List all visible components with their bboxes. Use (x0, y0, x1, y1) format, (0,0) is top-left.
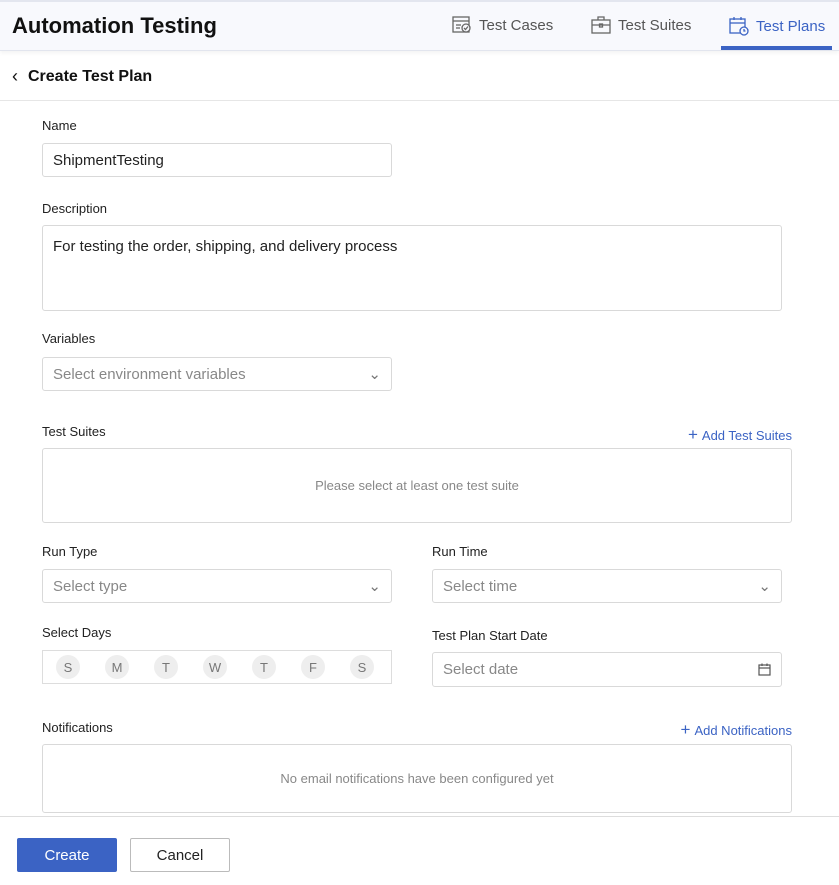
back-chevron-icon[interactable]: ‹ (12, 66, 18, 87)
start-date-label: Test Plan Start Date (432, 628, 548, 643)
day-wednesday[interactable]: W (203, 655, 227, 679)
name-input[interactable]: ShipmentTesting (42, 143, 392, 177)
page-header: ‹ Create Test Plan (12, 66, 152, 87)
notifications-label: Notifications (42, 720, 113, 735)
variables-label: Variables (42, 331, 96, 346)
run-type-placeholder: Select type (53, 577, 128, 595)
tab-label: Test Plans (756, 17, 826, 35)
test-suites-empty: Please select at least one test suite (42, 448, 792, 523)
test-suites-empty-text: Please select at least one test suite (315, 478, 519, 493)
divider (0, 100, 839, 101)
description-value: For testing the order, shipping, and del… (53, 238, 398, 255)
run-type-label: Run Type (42, 544, 98, 559)
briefcase-icon (591, 16, 611, 34)
start-date-input[interactable]: Select date (432, 652, 782, 687)
variables-placeholder: Select environment variables (53, 365, 246, 383)
run-time-label: Run Time (432, 544, 488, 559)
calendar-clock-icon (729, 17, 749, 36)
cancel-button[interactable]: Cancel (130, 838, 230, 872)
day-saturday[interactable]: S (350, 655, 374, 679)
test-cases-icon (452, 16, 471, 33)
page-title: Create Test Plan (28, 67, 153, 85)
name-value: ShipmentTesting (53, 151, 164, 169)
variables-select[interactable]: Select environment variables ⌄ (42, 357, 392, 391)
description-textarea[interactable]: For testing the order, shipping, and del… (42, 225, 782, 311)
tab-test-suites[interactable]: Test Suites (591, 16, 691, 34)
day-thursday[interactable]: T (252, 655, 276, 679)
notifications-empty: No email notifications have been configu… (42, 744, 792, 813)
description-label: Description (42, 201, 108, 216)
active-tab-indicator (721, 46, 832, 50)
add-notifications-label: Add Notifications (694, 722, 792, 738)
day-sunday[interactable]: S (56, 655, 80, 679)
day-friday[interactable]: F (301, 655, 325, 679)
chevron-down-icon: ⌄ (758, 578, 771, 595)
calendar-icon[interactable] (758, 663, 771, 676)
tab-label: Test Suites (618, 16, 692, 34)
name-label: Name (42, 118, 77, 133)
test-suites-label: Test Suites (42, 424, 106, 439)
tab-test-cases[interactable]: Test Cases (452, 16, 553, 34)
chevron-down-icon: ⌄ (368, 366, 381, 383)
notifications-empty-text: No email notifications have been configu… (280, 771, 554, 786)
footer-divider (0, 816, 839, 817)
tab-test-plans[interactable]: Test Plans (729, 16, 825, 36)
run-type-select[interactable]: Select type ⌄ (42, 569, 392, 603)
create-button[interactable]: Create (17, 838, 117, 872)
add-test-suites-link[interactable]: + Add Test Suites (688, 425, 792, 445)
plus-icon: + (680, 720, 691, 739)
add-test-suites-label: Add Test Suites (701, 427, 792, 443)
plus-icon: + (687, 425, 698, 444)
app-title: Automation Testing (12, 13, 217, 38)
add-notifications-link[interactable]: + Add Notifications (681, 720, 793, 740)
chevron-down-icon: ⌄ (368, 578, 381, 595)
day-tuesday[interactable]: T (154, 655, 178, 679)
run-time-select[interactable]: Select time ⌄ (432, 569, 782, 603)
day-monday[interactable]: M (105, 655, 129, 679)
tab-label: Test Cases (479, 16, 554, 34)
start-date-placeholder: Select date (443, 661, 519, 678)
run-time-placeholder: Select time (443, 577, 518, 595)
select-days-label: Select Days (42, 625, 112, 640)
